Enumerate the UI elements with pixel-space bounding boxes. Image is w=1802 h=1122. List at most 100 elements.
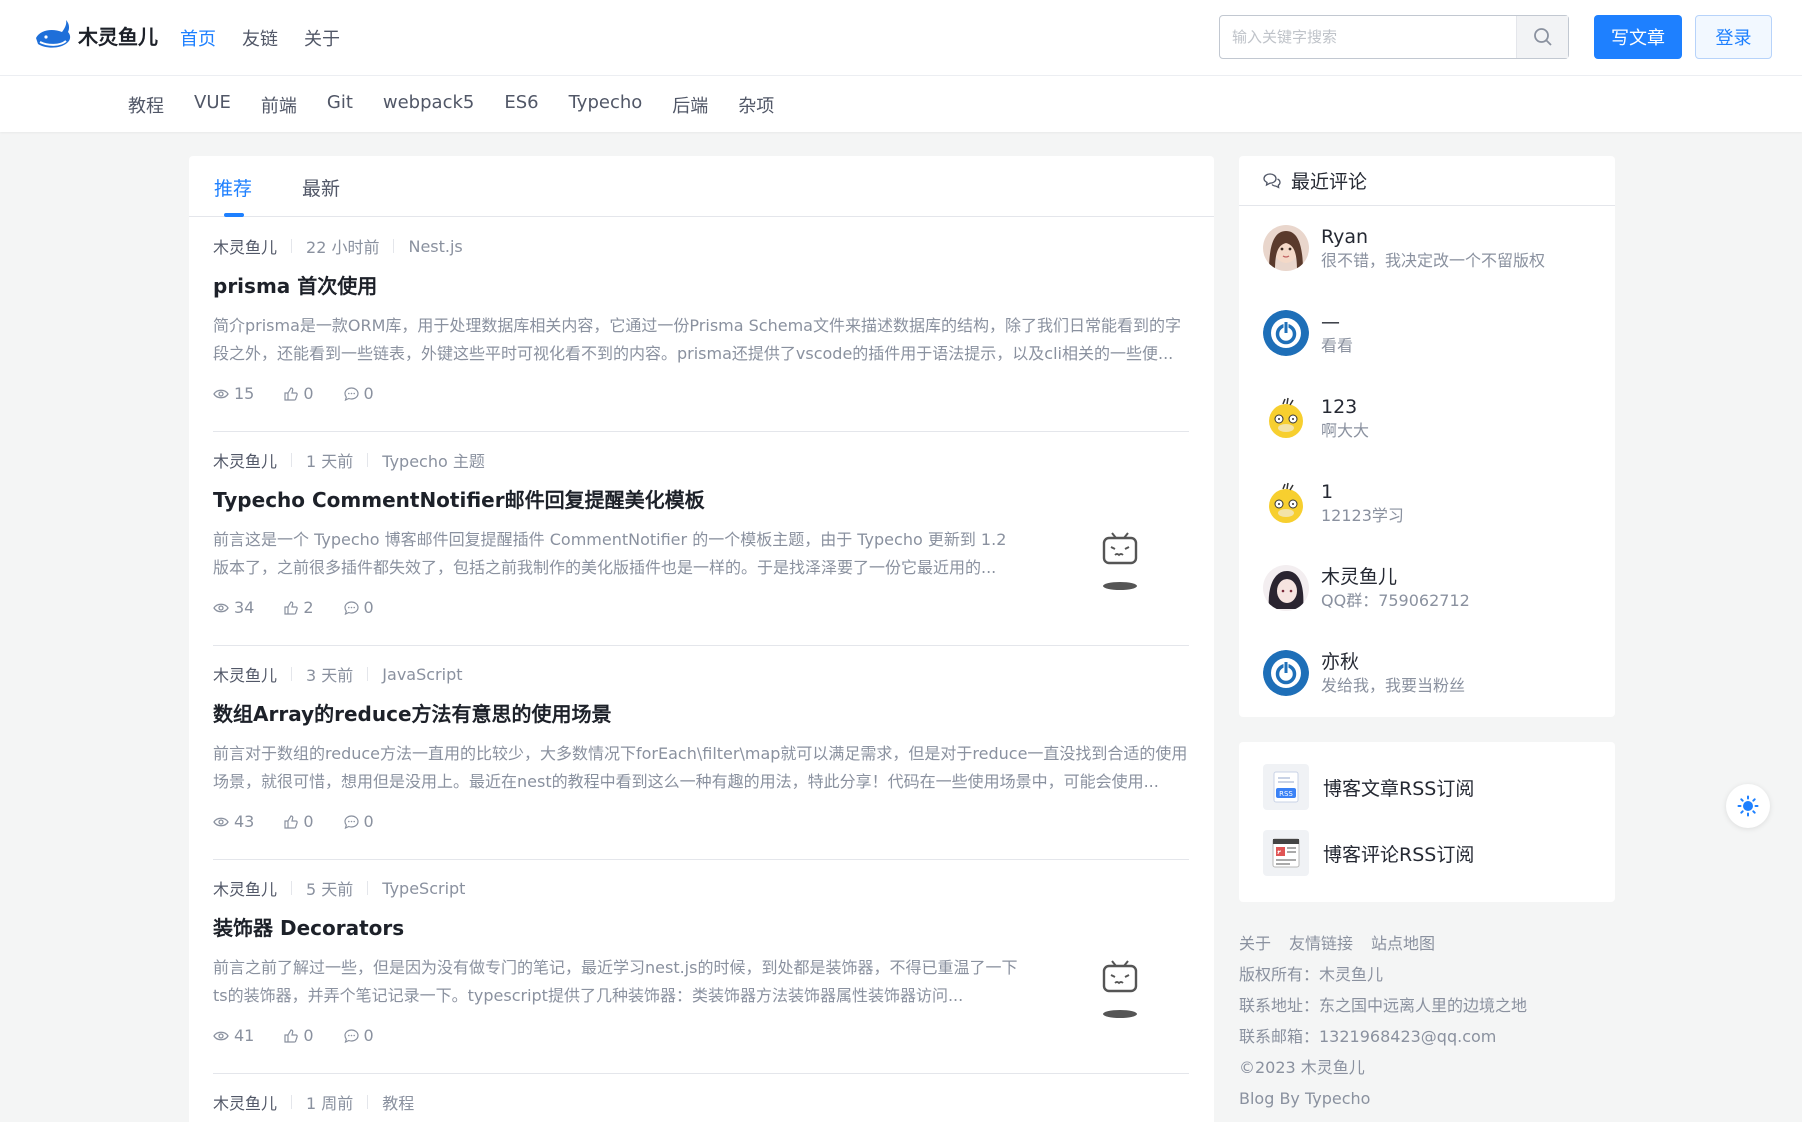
article-category[interactable]: Nest.js [408, 237, 462, 256]
comment-text[interactable]: 啊大大 [1321, 420, 1369, 442]
view-count: 34 [213, 598, 254, 617]
article-title[interactable]: 数组Array的reduce方法有意思的使用场景 [213, 698, 612, 727]
avatar[interactable] [1263, 225, 1309, 271]
comment-item[interactable]: Ryan 很不错，我决定改一个不留版权 [1263, 224, 1545, 272]
nav-home[interactable]: 首页 [180, 25, 216, 51]
comment-author[interactable]: 123 [1321, 394, 1369, 420]
comment-author[interactable]: 木灵鱼儿 [1321, 564, 1470, 590]
rss-articles-label[interactable]: 博客文章RSS订阅 [1323, 774, 1474, 801]
like-count[interactable]: 2 [284, 598, 314, 617]
search-button[interactable] [1516, 16, 1568, 58]
comment-count[interactable]: 0 [343, 598, 374, 617]
category-vue[interactable]: VUE [194, 92, 231, 118]
comment-item[interactable]: 木灵鱼儿 QQ群：759062712 [1263, 564, 1470, 612]
avatar[interactable] [1263, 480, 1309, 526]
footer-powered-by[interactable]: Blog By Typecho [1239, 1083, 1527, 1114]
like-count[interactable]: 0 [284, 384, 314, 403]
article-title[interactable]: 装饰器 Decorators [213, 912, 404, 941]
comment-count[interactable]: 0 [343, 1026, 374, 1045]
category-es6[interactable]: ES6 [504, 92, 538, 118]
comment-text[interactable]: 很不错，我决定改一个不留版权 [1321, 250, 1545, 272]
article-author[interactable]: 木灵鱼儿 [213, 876, 277, 900]
comment-author[interactable]: Ryan [1321, 224, 1545, 250]
search-input[interactable] [1220, 16, 1516, 58]
article-meta: 木灵鱼儿 22 小时前 Nest.js [213, 234, 463, 258]
comment-author[interactable]: — [1321, 309, 1353, 335]
tab-latest[interactable]: 最新 [302, 156, 340, 216]
article-category[interactable]: Typecho 主题 [382, 448, 485, 472]
article-summary: 前言对于数组的reduce方法一直用的比较少，大多数情况下forEach\fil… [213, 744, 1188, 791]
article-summary: 前言之前了解过一些，但是因为没有做专门的笔记，最近学习nest.js的时候，到处… [213, 958, 1018, 1005]
avatar[interactable] [1263, 395, 1309, 441]
tab-recommended[interactable]: 推荐 [214, 156, 252, 217]
category-misc[interactable]: 杂项 [738, 92, 774, 118]
article-item[interactable]: 木灵鱼儿 1 周前 教程 [213, 1074, 1189, 1122]
write-article-button[interactable]: 写文章 [1594, 15, 1682, 59]
category-typecho[interactable]: Typecho [569, 92, 643, 118]
site-logo[interactable]: 木灵鱼儿 [34, 18, 158, 52]
article-author[interactable]: 木灵鱼儿 [213, 448, 277, 472]
article-item[interactable]: 木灵鱼儿 22 小时前 Nest.js prisma 首次使用 简介prisma… [213, 218, 1189, 432]
comment-text[interactable]: 发给我，我要当粉丝 [1321, 675, 1465, 697]
article-meta: 木灵鱼儿 1 周前 教程 [213, 1090, 414, 1114]
girl-avatar-icon [1263, 225, 1309, 271]
like-count[interactable]: 0 [284, 812, 314, 831]
article-time: 22 小时前 [306, 238, 380, 257]
article-item[interactable]: 木灵鱼儿 3 天前 JavaScript 数组Array的reduce方法有意思… [213, 646, 1189, 860]
article-author[interactable]: 木灵鱼儿 [213, 662, 277, 686]
article-author[interactable]: 木灵鱼儿 [213, 234, 277, 258]
category-frontend[interactable]: 前端 [261, 92, 297, 118]
comment-author[interactable]: 亦秋 [1321, 649, 1465, 675]
article-category[interactable]: 教程 [382, 1090, 414, 1114]
nav-about[interactable]: 关于 [304, 25, 340, 51]
login-button[interactable]: 登录 [1695, 15, 1772, 59]
comment-item[interactable]: 亦秋 发给我，我要当粉丝 [1263, 649, 1465, 697]
bilibili-tv-thumbnail-icon[interactable] [1101, 530, 1139, 592]
category-tutorial[interactable]: 教程 [128, 92, 164, 118]
comment-author[interactable]: 1 [1321, 479, 1404, 505]
article-category[interactable]: JavaScript [382, 665, 462, 684]
comment-item[interactable]: — 看看 [1263, 309, 1353, 357]
chat-bubbles-icon [1263, 172, 1281, 189]
recent-comments-title: 最近评论 [1291, 171, 1368, 193]
article-title[interactable]: Typecho CommentNotifier邮件回复提醒美化模板 [213, 484, 705, 513]
article-stats: 15 0 0 [213, 384, 374, 403]
rss-feed-icon: RSS [1263, 764, 1309, 810]
avatar[interactable] [1263, 650, 1309, 696]
bilibili-tv-thumbnail-icon[interactable] [1101, 958, 1139, 1020]
category-backend[interactable]: 后端 [672, 92, 708, 118]
avatar[interactable] [1263, 565, 1309, 611]
article-title[interactable]: prisma 首次使用 [213, 270, 377, 299]
rss-comments-link[interactable]: 博客评论RSS订阅 [1263, 830, 1474, 876]
anime-girl-avatar-icon [1263, 565, 1309, 611]
article-meta: 木灵鱼儿 5 天前 TypeScript [213, 876, 465, 900]
like-count[interactable]: 0 [284, 1026, 314, 1045]
footer-link-friends[interactable]: 友情链接 [1289, 928, 1353, 959]
comment-count[interactable]: 0 [343, 384, 374, 403]
comment-text[interactable]: QQ群：759062712 [1321, 590, 1470, 612]
rss-comments-label[interactable]: 博客评论RSS订阅 [1323, 840, 1474, 867]
comment-text[interactable]: 12123学习 [1321, 505, 1404, 527]
nav-links[interactable]: 友链 [242, 25, 278, 51]
article-author[interactable]: 木灵鱼儿 [213, 1090, 277, 1114]
comment-count[interactable]: 0 [343, 812, 374, 831]
article-item[interactable]: 木灵鱼儿 1 天前 Typecho 主题 Typecho CommentNoti… [213, 432, 1189, 646]
rss-articles-link[interactable]: RSS 博客文章RSS订阅 [1263, 764, 1474, 810]
comment-text[interactable]: 看看 [1321, 335, 1353, 357]
meta-divider [393, 239, 395, 253]
main-nav: 首页 友链 关于 [180, 25, 340, 51]
category-git[interactable]: Git [327, 92, 353, 118]
comment-item[interactable]: 1 12123学习 [1263, 479, 1404, 527]
article-meta: 木灵鱼儿 3 天前 JavaScript [213, 662, 463, 686]
article-category[interactable]: TypeScript [382, 879, 465, 898]
feed-tabs: 推荐 最新 [189, 156, 1214, 217]
article-item[interactable]: 木灵鱼儿 5 天前 TypeScript 装饰器 Decorators 前言之前… [213, 860, 1189, 1074]
theme-toggle-button[interactable] [1726, 784, 1770, 828]
footer-link-about[interactable]: 关于 [1239, 928, 1271, 959]
category-webpack5[interactable]: webpack5 [383, 92, 474, 118]
article-summary: 简介prisma是一款ORM库，用于处理数据库相关内容，它通过一份Prisma … [213, 316, 1181, 363]
footer-email: 联系邮箱：1321968423@qq.com [1239, 1027, 1497, 1046]
comment-item[interactable]: 123 啊大大 [1263, 394, 1369, 442]
avatar[interactable] [1263, 310, 1309, 356]
footer-link-sitemap[interactable]: 站点地图 [1371, 928, 1435, 959]
